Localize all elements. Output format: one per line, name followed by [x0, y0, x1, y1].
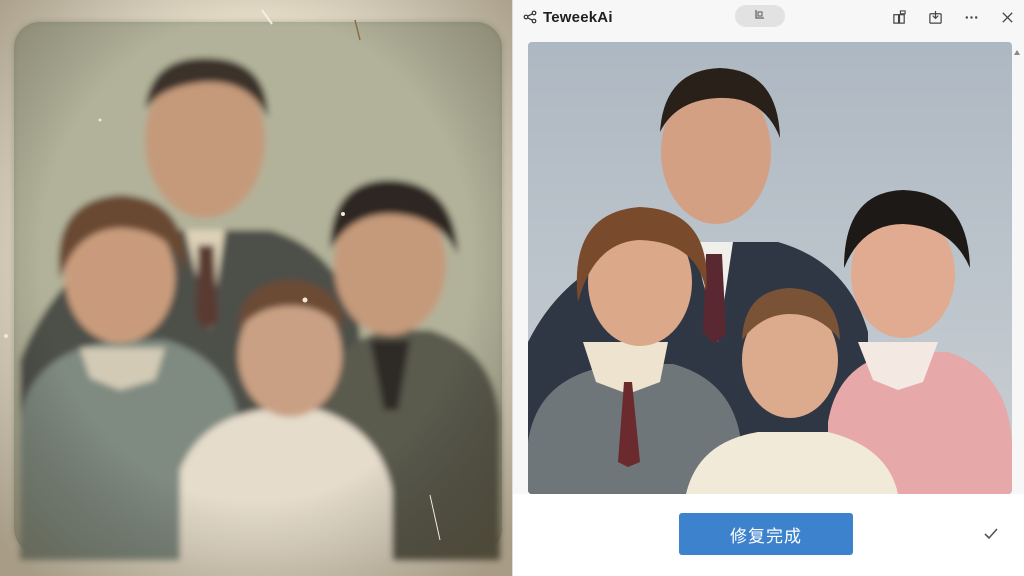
- more-icon[interactable]: [963, 9, 979, 25]
- share-icon: [523, 10, 537, 24]
- save-icon[interactable]: [927, 9, 943, 25]
- app-brand: TeweekAi: [523, 9, 613, 26]
- extensions-icon[interactable]: [891, 9, 907, 25]
- action-footer: 修复完成: [513, 494, 1024, 576]
- original-photo-panel: [0, 0, 512, 576]
- tab-icon: [754, 7, 766, 25]
- app-window: TeweekAi 修复完成: [512, 0, 1024, 576]
- close-icon[interactable]: [999, 9, 1015, 25]
- scroll-up-arrow-icon[interactable]: [1013, 44, 1021, 55]
- title-bar: TeweekAi: [513, 0, 1024, 34]
- title-bar-actions: [891, 0, 1015, 34]
- center-tab-control[interactable]: [735, 5, 785, 27]
- app-title: TeweekAi: [543, 8, 613, 26]
- restore-complete-button[interactable]: 修复完成: [679, 513, 853, 555]
- original-photo: [0, 0, 512, 576]
- restored-photo: [528, 42, 1012, 494]
- checkmark-icon[interactable]: [981, 524, 1001, 544]
